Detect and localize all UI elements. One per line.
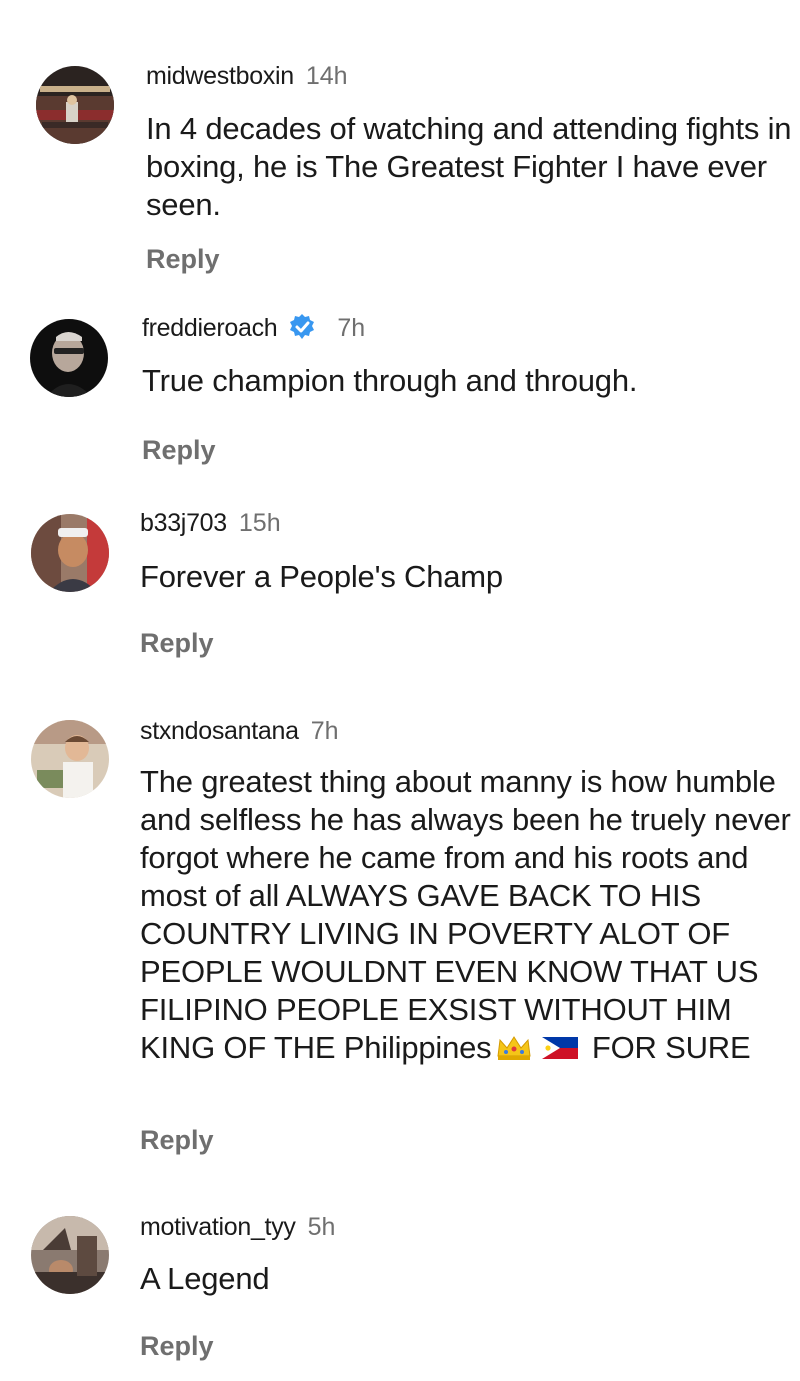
comment-text: In 4 decades of watching and attending f… [146, 111, 792, 222]
comment-meta: b33j703 15h [140, 507, 281, 539]
timestamp: 5h [307, 1213, 336, 1241]
reply-button[interactable]: Reply [142, 434, 216, 466]
username[interactable]: motivation_tyy [140, 1213, 296, 1241]
timestamp: 14h [305, 62, 348, 90]
avatar[interactable] [31, 514, 109, 592]
reply-button[interactable]: Reply [146, 243, 220, 275]
comment-text-tail-start: Philippines [343, 1030, 492, 1065]
comment-text: Forever a People's Champ [140, 559, 503, 594]
reply-button[interactable]: Reply [140, 1330, 214, 1362]
philippines-flag-emoji [541, 1033, 579, 1061]
comment-meta: freddieroach 7h [142, 311, 365, 344]
comment-text: The greatest thing about manny is how hu… [140, 763, 795, 1067]
comment-text: True champion through and through. [142, 363, 638, 398]
comment-meta: stxndosantana 7h [140, 715, 339, 747]
username[interactable]: midwestboxin [146, 62, 294, 90]
comment-meta: midwestboxin 14h [146, 60, 348, 92]
username[interactable]: freddieroach [142, 314, 278, 342]
avatar[interactable] [31, 1216, 109, 1294]
username[interactable]: stxndosantana [140, 717, 299, 745]
comment-text: A Legend [140, 1261, 270, 1296]
reply-button[interactable]: Reply [140, 1124, 214, 1156]
comment-meta: motivation_tyy 5h [140, 1211, 335, 1243]
comment-text-body: The greatest thing about manny is how hu… [140, 764, 791, 1065]
reply-button[interactable]: Reply [140, 627, 214, 659]
avatar[interactable] [36, 66, 114, 144]
timestamp: 7h [337, 314, 366, 342]
timestamp: 15h [238, 509, 281, 537]
avatar[interactable] [31, 720, 109, 798]
verified-badge-icon [287, 311, 317, 341]
comment-text-tail-end: FOR SURE [591, 1030, 751, 1065]
username[interactable]: b33j703 [140, 509, 227, 537]
timestamp: 7h [310, 717, 339, 745]
crown-emoji [495, 1033, 533, 1061]
avatar[interactable] [30, 319, 108, 397]
